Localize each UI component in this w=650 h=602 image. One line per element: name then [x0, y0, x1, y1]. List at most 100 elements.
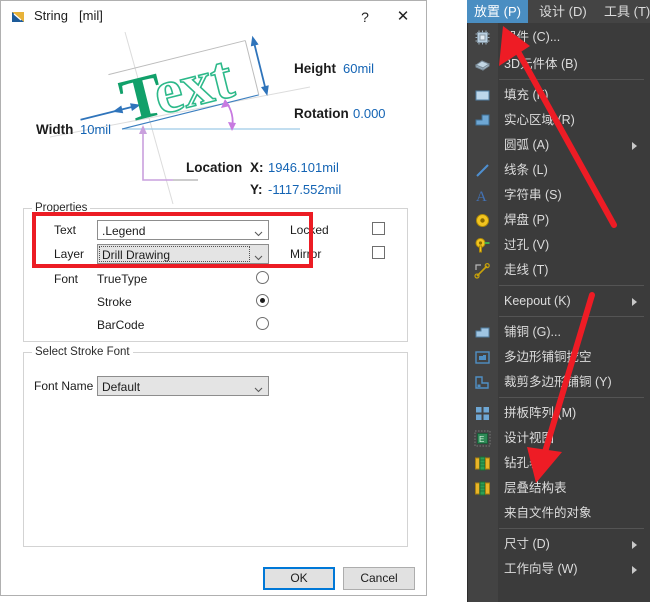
menu-separator	[499, 316, 644, 317]
menu-item-string[interactable]: A 字符串 (S)	[468, 183, 650, 208]
dialog-title-units: [mil]	[79, 8, 103, 23]
menu-item-label: 铺铜 (G)...	[504, 325, 561, 339]
font-option-barcode-radio[interactable]	[256, 317, 269, 330]
polygon-cutout-icon	[474, 349, 491, 366]
menu-item-label: 线条 (L)	[504, 163, 548, 177]
menu-item-component[interactable]: 器件 (C)...	[468, 25, 650, 50]
svg-text:10mil: 10mil	[80, 122, 111, 137]
menu-item-drill-table[interactable]: 钻孔表	[468, 451, 650, 476]
svg-text:Height: Height	[294, 61, 337, 76]
menu-item-label: 钻孔表	[504, 456, 542, 470]
drill-table-icon	[474, 455, 491, 472]
font-option-truetype-radio[interactable]	[256, 271, 269, 284]
menu-item-arc[interactable]: 圆弧 (A)	[468, 133, 650, 158]
ok-button[interactable]: OK	[263, 567, 335, 590]
place-dropdown-menu: 器件 (C)... 3D元件体 (B) 填充 (F) 实心区域 (R) 圆弧 (…	[467, 23, 650, 602]
menu-item-polygon-slice[interactable]: 裁剪多边形铺铜 (Y)	[468, 370, 650, 395]
submenu-arrow-icon	[632, 541, 637, 549]
menu-item-label: 3D元件体 (B)	[504, 57, 578, 71]
menu-item-label: 来自文件的对象	[504, 506, 592, 520]
polygon-slice-icon	[474, 374, 491, 391]
svg-text:1946.101mil: 1946.101mil	[268, 160, 339, 175]
menu-item-label: 走线 (T)	[504, 263, 549, 277]
font-label: Font	[54, 272, 79, 286]
menu-item-fill[interactable]: 填充 (F)	[468, 83, 650, 108]
polygon-pour-icon	[474, 324, 491, 341]
svg-text:Width: Width	[36, 122, 73, 137]
chevron-down-icon	[254, 250, 263, 261]
menu-item-solid-region[interactable]: 实心区域 (R)	[468, 108, 650, 133]
chevron-down-icon	[254, 226, 263, 237]
design-view-icon: E	[474, 430, 491, 447]
svg-text:Location: Location	[186, 160, 242, 175]
menu-item-object-from-file[interactable]: 来自文件的对象	[468, 501, 650, 526]
string-preview: T ext Height 60mil Rotation 0.000 Width …	[10, 32, 418, 204]
menu-separator	[499, 79, 644, 80]
menubar-item-place[interactable]: 放置 (P)	[467, 0, 528, 23]
mirror-checkbox[interactable]	[372, 246, 385, 259]
menubar: 放置 (P) 设计 (D) 工具 (T)	[467, 0, 650, 23]
font-option-stroke-label: Stroke	[97, 295, 132, 309]
text-label: Text	[54, 223, 77, 237]
menu-item-label: 焊盘 (P)	[504, 213, 550, 227]
menu-item-polygon-cutout[interactable]: 多边形铺铜挖空	[468, 345, 650, 370]
help-button[interactable]: ?	[352, 5, 378, 29]
menu-item-design-view[interactable]: E 设计视图	[468, 426, 650, 451]
menu-item-track[interactable]: 走线 (T)	[468, 258, 650, 283]
menu-item-label: 过孔 (V)	[504, 238, 550, 252]
submenu-arrow-icon	[632, 142, 637, 150]
layer-combobox[interactable]: Drill Drawing	[97, 244, 269, 264]
menu-item-label: 裁剪多边形铺铜 (Y)	[504, 375, 612, 389]
layer-label: Layer	[54, 247, 85, 261]
menu-item-3d-body[interactable]: 3D元件体 (B)	[468, 52, 650, 77]
menu-item-pad[interactable]: 焊盘 (P)	[468, 208, 650, 233]
dialog-titlebar: String [mil] ? ✕	[1, 1, 426, 32]
submenu-arrow-icon	[632, 298, 637, 306]
menu-separator	[499, 397, 644, 398]
select-stroke-font-legend: Select Stroke Font	[32, 346, 133, 358]
svg-text:ext: ext	[147, 43, 241, 128]
font-name-combobox[interactable]: Default	[97, 376, 269, 396]
font-option-stroke-radio[interactable]	[256, 294, 269, 307]
menubar-item-tools[interactable]: 工具 (T)	[597, 0, 650, 23]
font-name-label: Font Name	[34, 379, 94, 393]
menu-item-line[interactable]: 线条 (L)	[468, 158, 650, 183]
svg-text:X:: X:	[250, 160, 264, 175]
menu-item-label: 层叠结构表	[504, 481, 567, 495]
line-icon	[474, 162, 491, 179]
dialog-title: String	[34, 8, 68, 23]
solid-region-icon	[474, 112, 491, 129]
menu-item-dimension[interactable]: 尺寸 (D)	[468, 532, 650, 557]
panel-array-icon	[474, 405, 491, 422]
menu-item-label: 实心区域 (R)	[504, 113, 575, 127]
menu-item-polygon-pour[interactable]: 铺铜 (G)...	[468, 320, 650, 345]
menu-item-layer-stack-table[interactable]: 层叠结构表	[468, 476, 650, 501]
locked-checkbox[interactable]	[372, 222, 385, 235]
svg-text:A: A	[476, 189, 487, 204]
locked-label: Locked	[290, 223, 329, 237]
menubar-item-design[interactable]: 设计 (D)	[532, 0, 594, 23]
menu-item-keepout[interactable]: Keepout (K)	[468, 289, 650, 314]
svg-text:Rotation: Rotation	[294, 106, 349, 121]
text-combobox[interactable]: .Legend	[97, 220, 269, 240]
menu-item-label: 拼板阵列 (M)	[504, 406, 577, 420]
menu-item-label: 字符串 (S)	[504, 188, 562, 202]
menu-separator	[499, 285, 644, 286]
pad-icon	[474, 212, 491, 229]
menu-item-label: 设计视图	[504, 431, 555, 445]
via-icon	[474, 237, 491, 254]
string-tool-icon	[11, 9, 27, 25]
component-icon	[474, 29, 491, 46]
close-icon[interactable]: ✕	[388, 5, 418, 29]
track-icon	[474, 262, 491, 279]
menu-item-via[interactable]: 过孔 (V)	[468, 233, 650, 258]
chevron-down-icon	[254, 382, 263, 393]
menu-item-panel-array[interactable]: 拼板阵列 (M)	[468, 401, 650, 426]
properties-group-legend: Properties	[32, 202, 91, 214]
menu-item-label: Keepout (K)	[504, 294, 571, 308]
cancel-button[interactable]: Cancel	[343, 567, 415, 590]
text-combobox-value: .Legend	[102, 224, 146, 238]
layer-stack-table-icon	[474, 480, 491, 497]
svg-text:60mil: 60mil	[343, 61, 374, 76]
menu-item-work-guide[interactable]: 工作向导 (W)	[468, 557, 650, 582]
